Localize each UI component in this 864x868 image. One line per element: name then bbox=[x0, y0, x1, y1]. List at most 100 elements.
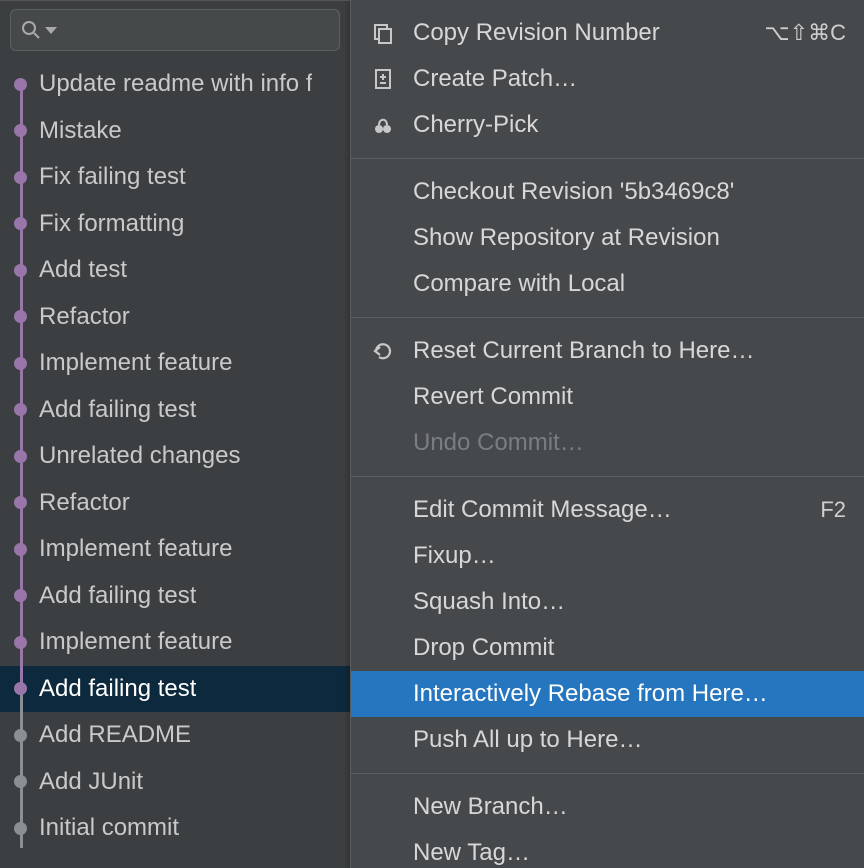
search-box[interactable] bbox=[10, 9, 340, 51]
menu-item[interactable]: Interactively Rebase from Here… bbox=[351, 671, 864, 717]
commit-node-icon bbox=[14, 682, 27, 695]
menu-item-label: Reset Current Branch to Here… bbox=[413, 337, 846, 365]
menu-item[interactable]: Push All up to Here… bbox=[351, 717, 864, 763]
menu-item[interactable]: Reset Current Branch to Here… bbox=[351, 328, 864, 374]
menu-item-label: Checkout Revision '5b3469c8' bbox=[413, 178, 846, 206]
menu-item[interactable]: Edit Commit Message… F2 bbox=[351, 487, 864, 533]
commit-node-icon bbox=[14, 357, 27, 370]
commit-node-icon bbox=[14, 543, 27, 556]
commit-node-icon bbox=[14, 450, 27, 463]
commit-node-icon bbox=[14, 729, 27, 742]
menu-shortcut: F2 bbox=[820, 497, 846, 523]
commit-node-icon bbox=[14, 775, 27, 788]
search-input[interactable] bbox=[61, 17, 349, 43]
commit-message: Fix formatting bbox=[39, 210, 184, 238]
menu-item[interactable]: Compare with Local bbox=[351, 261, 864, 307]
menu-item[interactable]: Checkout Revision '5b3469c8' bbox=[351, 169, 864, 215]
menu-item-label: Squash Into… bbox=[413, 588, 846, 616]
search-icon bbox=[21, 20, 41, 40]
menu-separator bbox=[351, 476, 864, 477]
commit-message: Update readme with info f bbox=[39, 70, 312, 98]
menu-item-label: Undo Commit… bbox=[413, 429, 846, 457]
menu-separator bbox=[351, 773, 864, 774]
menu-item-label: Create Patch… bbox=[413, 65, 846, 93]
menu-item-label: Revert Commit bbox=[413, 383, 846, 411]
commit-message: Add failing test bbox=[39, 396, 196, 424]
commit-node-icon bbox=[14, 310, 27, 323]
commit-row[interactable]: Fix failing test bbox=[0, 154, 350, 201]
commit-row[interactable]: Add failing test bbox=[0, 387, 350, 434]
context-menu: Copy Revision Number⌥⇧⌘C Create Patch… Che… bbox=[350, 0, 864, 868]
menu-item[interactable]: Copy Revision Number⌥⇧⌘C bbox=[351, 10, 864, 56]
menu-item-label: New Branch… bbox=[413, 793, 846, 821]
commit-node-icon bbox=[14, 171, 27, 184]
commit-message: Refactor bbox=[39, 303, 130, 331]
commit-row[interactable]: Refactor bbox=[0, 294, 350, 341]
commit-row[interactable]: Update readme with info f bbox=[0, 61, 350, 108]
search-dropdown-icon[interactable] bbox=[45, 27, 57, 34]
commit-message: Add README bbox=[39, 721, 191, 749]
menu-item[interactable]: Squash Into… bbox=[351, 579, 864, 625]
commit-node-icon bbox=[14, 78, 27, 91]
commit-node-icon bbox=[14, 589, 27, 602]
commit-node-icon bbox=[14, 264, 27, 277]
menu-item[interactable]: Fixup… bbox=[351, 533, 864, 579]
menu-separator bbox=[351, 158, 864, 159]
menu-item-label: Push All up to Here… bbox=[413, 726, 846, 754]
commit-message: Add failing test bbox=[39, 582, 196, 610]
commit-message: Mistake bbox=[39, 117, 122, 145]
commit-node-icon bbox=[14, 636, 27, 649]
menu-item[interactable]: Cherry-Pick bbox=[351, 102, 864, 148]
commit-row[interactable]: Add failing test bbox=[0, 666, 350, 713]
commit-message: Add failing test bbox=[39, 675, 196, 703]
undo-icon bbox=[369, 341, 397, 361]
commit-row[interactable]: Mistake bbox=[0, 108, 350, 155]
menu-item-label: Edit Commit Message… bbox=[413, 496, 804, 524]
commit-node-icon bbox=[14, 496, 27, 509]
commit-message: Implement feature bbox=[39, 535, 232, 563]
commit-row[interactable]: Add README bbox=[0, 712, 350, 759]
menu-item[interactable]: New Branch… bbox=[351, 784, 864, 830]
commit-row[interactable]: Implement feature bbox=[0, 340, 350, 387]
commit-node-icon bbox=[14, 403, 27, 416]
menu-item-label: Fixup… bbox=[413, 542, 846, 570]
cherry-pick-icon bbox=[369, 114, 397, 136]
menu-item[interactable]: Show Repository at Revision bbox=[351, 215, 864, 261]
menu-item[interactable]: Create Patch… bbox=[351, 56, 864, 102]
commit-message: Initial commit bbox=[39, 814, 179, 842]
commit-row[interactable]: Fix formatting bbox=[0, 201, 350, 248]
commit-row[interactable]: Implement feature bbox=[0, 526, 350, 573]
commit-node-icon bbox=[14, 217, 27, 230]
commit-row[interactable]: Add failing test bbox=[0, 573, 350, 620]
commit-node-icon bbox=[14, 822, 27, 835]
commit-row[interactable]: Refactor bbox=[0, 480, 350, 527]
commit-row[interactable]: Add test bbox=[0, 247, 350, 294]
patch-icon bbox=[369, 68, 397, 90]
menu-item-label: Interactively Rebase from Here… bbox=[413, 680, 846, 708]
commit-row[interactable]: Initial commit bbox=[0, 805, 350, 852]
menu-item: Undo Commit… bbox=[351, 420, 864, 466]
commit-node-icon bbox=[14, 124, 27, 137]
commit-message: Add JUnit bbox=[39, 768, 143, 796]
menu-item[interactable]: New Tag… bbox=[351, 830, 864, 868]
menu-item[interactable]: Drop Commit bbox=[351, 625, 864, 671]
git-log-panel: Update readme with info f Mistake Fix fail… bbox=[0, 0, 350, 868]
menu-shortcut: ⌥⇧⌘C bbox=[764, 20, 846, 46]
menu-item-label: Drop Commit bbox=[413, 634, 846, 662]
commit-message: Unrelated changes bbox=[39, 442, 240, 470]
menu-item-label: Cherry-Pick bbox=[413, 111, 846, 139]
menu-item-label: New Tag… bbox=[413, 839, 846, 867]
commit-row[interactable]: Add JUnit bbox=[0, 759, 350, 806]
commit-row[interactable]: Implement feature bbox=[0, 619, 350, 666]
search-wrap bbox=[0, 1, 350, 61]
commit-list: Update readme with info f Mistake Fix fail… bbox=[0, 61, 350, 852]
commit-message: Fix failing test bbox=[39, 163, 186, 191]
menu-item-label: Compare with Local bbox=[413, 270, 846, 298]
menu-item-label: Show Repository at Revision bbox=[413, 224, 846, 252]
commit-message: Implement feature bbox=[39, 349, 232, 377]
menu-item[interactable]: Revert Commit bbox=[351, 374, 864, 420]
commit-row[interactable]: Unrelated changes bbox=[0, 433, 350, 480]
copy-icon bbox=[369, 22, 397, 44]
menu-separator bbox=[351, 317, 864, 318]
commit-message: Implement feature bbox=[39, 628, 232, 656]
